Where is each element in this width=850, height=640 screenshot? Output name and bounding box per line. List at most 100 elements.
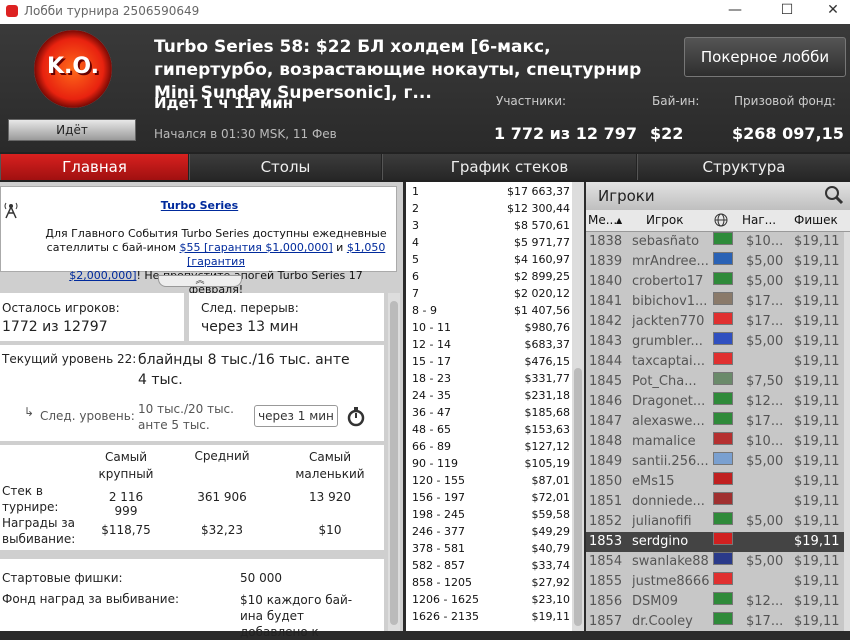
promo-link-55[interactable]: $55 [гарантия $1,000,000] [180, 241, 333, 254]
payout-row: 1 $17 663,37 [412, 183, 570, 200]
player-bounty: $5,00 [746, 274, 784, 289]
promo-link-1050-guarantee[interactable]: $2,000,000] [69, 269, 136, 282]
payout-row: 66 - 89 $127,12 [412, 438, 570, 455]
player-row[interactable]: 1841 bibichov1... $17... $19,11 [586, 292, 844, 312]
players-scrollbar[interactable] [844, 232, 850, 631]
player-row[interactable]: 1845 Pot_Cha... $7,50 $19,11 [586, 372, 844, 392]
payout-row: 1626 - 2135 $19,11 [412, 608, 570, 625]
player-row[interactable]: 1844 taxcaptai... $19,11 [586, 352, 844, 372]
payout-place: 15 - 17 [412, 355, 451, 368]
player-row[interactable]: 1838 sebasñato $10... $19,11 [586, 232, 844, 252]
poker-lobby-button[interactable]: Покерное лобби [684, 37, 846, 77]
left-scrollbar-thumb[interactable] [390, 301, 398, 625]
tab-stack-chart[interactable]: График стеков [382, 154, 636, 180]
player-place: 1855 [589, 574, 623, 589]
col-chips-header[interactable]: Фишек [794, 213, 838, 227]
player-chips: $19,11 [794, 574, 840, 589]
payout-place: 1626 - 2135 [412, 610, 479, 623]
maximize-button[interactable]: ☐ [772, 2, 802, 22]
player-row[interactable]: 1842 jackten770 $17... $19,11 [586, 312, 844, 332]
stack-smallest: 13 920 [309, 490, 351, 504]
players-column-headers: Ме... ▲ Игрок Наг... Фишек [586, 210, 850, 232]
player-row[interactable]: 1856 DSM09 $12... $19,11 [586, 592, 844, 612]
player-row[interactable]: 1850 eMs15 $19,11 [586, 472, 844, 492]
promo-and: и [332, 241, 347, 254]
payout-prize: $8 570,61 [514, 219, 570, 232]
minimize-button[interactable]: — [720, 2, 750, 22]
player-bounty: $5,00 [746, 554, 784, 569]
player-name: bibichov1... [632, 294, 708, 309]
player-row[interactable]: 1843 grumbler... $5,00 $19,11 [586, 332, 844, 352]
participants-value: 1 772 из 12 797 [494, 124, 637, 143]
players-panel: Игроки Ме... ▲ Игрок Наг... Фишек 1838 se… [586, 182, 850, 631]
tournament-details-box: Стартовые фишки: 50 000 Фонд наград за в… [0, 559, 384, 639]
prize-pool-label: Призовой фонд: [734, 94, 836, 108]
player-row[interactable]: 1857 dr.Cooley $17... $19,11 [586, 612, 844, 632]
country-flag-icon [713, 392, 733, 405]
payout-scrollbar-thumb[interactable] [574, 368, 582, 626]
tab-main[interactable]: Главная [0, 154, 188, 180]
player-row[interactable]: 1853 serdgino $19,11 [586, 532, 844, 552]
player-bounty: $17... [746, 294, 784, 309]
payout-scrollbar[interactable] [572, 182, 584, 631]
tab-structure[interactable]: Структура [637, 154, 850, 180]
player-bounty: $17... [746, 414, 784, 429]
player-row[interactable]: 1846 Dragonet... $12... $19,11 [586, 392, 844, 412]
payout-prize: $1 407,56 [514, 304, 570, 317]
col-place-header[interactable]: Ме... [588, 213, 617, 227]
player-name: Pot_Cha... [632, 374, 697, 389]
col-average: Средний [194, 449, 250, 463]
stack-average: 361 906 [197, 490, 247, 504]
player-name: alexaswe... [632, 414, 705, 429]
next-level-arrow-icon: ↳ [24, 405, 35, 419]
player-row[interactable]: 1852 julianofifi $5,00 $19,11 [586, 512, 844, 532]
player-place: 1852 [589, 514, 623, 529]
payout-place: 246 - 377 [412, 525, 465, 538]
player-row[interactable]: 1849 santii.256... $5,00 $19,11 [586, 452, 844, 472]
player-name: grumbler... [632, 334, 703, 349]
collapse-banner-button[interactable]: ︽ [158, 275, 242, 287]
buyin-value: $22 [650, 124, 684, 143]
payout-prize: $59,58 [531, 508, 571, 521]
close-button[interactable]: ✕ [818, 2, 848, 22]
payout-prize: $980,76 [524, 321, 571, 334]
payout-row: 582 - 857 $33,74 [412, 557, 570, 574]
player-row[interactable]: 1851 donniede... $19,11 [586, 492, 844, 512]
country-flag-icon [713, 612, 733, 625]
tournament-header: K.O. Идёт Turbo Series 58: $22 БЛ холдем… [0, 24, 850, 152]
player-row[interactable]: 1848 mamalice $10... $19,11 [586, 432, 844, 452]
globe-icon[interactable] [714, 213, 728, 230]
payout-prize: $87,01 [531, 474, 571, 487]
player-chips: $19,11 [794, 454, 840, 469]
knockout-logo: K.O. [34, 30, 112, 108]
main-tabs: Главная Столы График стеков Структура [0, 152, 850, 182]
tab-tables[interactable]: Столы [189, 154, 381, 180]
player-place: 1838 [589, 234, 623, 249]
player-row[interactable]: 1854 swanlake88 $5,00 $19,11 [586, 552, 844, 572]
left-scrollbar[interactable] [388, 293, 400, 631]
player-row[interactable]: 1840 croberto17 $5,00 $19,11 [586, 272, 844, 292]
player-bounty: $7,50 [746, 374, 784, 389]
payout-place: 156 - 197 [412, 491, 465, 504]
player-row[interactable]: 1847 alexaswe... $17... $19,11 [586, 412, 844, 432]
payout-prize: $17 663,37 [507, 185, 570, 198]
player-chips: $19,11 [794, 494, 840, 509]
player-bounty: $10... [746, 434, 784, 449]
country-flag-icon [713, 572, 733, 585]
payout-prize: $231,18 [524, 389, 571, 402]
status-badge: Идёт [8, 119, 136, 141]
player-name: DSM09 [632, 594, 679, 609]
player-chips: $19,11 [794, 594, 840, 609]
col-player-header[interactable]: Игрок [646, 213, 684, 227]
payout-row: 7 $2 020,12 [412, 285, 570, 302]
player-row[interactable]: 1855 justme8666 $19,11 [586, 572, 844, 592]
search-icon[interactable] [824, 185, 844, 209]
next-break-box: След. перерыв: через 13 мин [189, 293, 384, 341]
payout-place: 858 - 1205 [412, 576, 472, 589]
payout-place: 18 - 23 [412, 372, 451, 385]
col-bounty-header[interactable]: Наг... [742, 213, 776, 227]
player-row[interactable]: 1839 mrAndree... $5,00 $19,11 [586, 252, 844, 272]
payout-place: 1 [412, 185, 419, 198]
stack-row-label: Стек в турнире: [2, 484, 59, 514]
promo-title[interactable]: Turbo Series [1, 199, 398, 212]
